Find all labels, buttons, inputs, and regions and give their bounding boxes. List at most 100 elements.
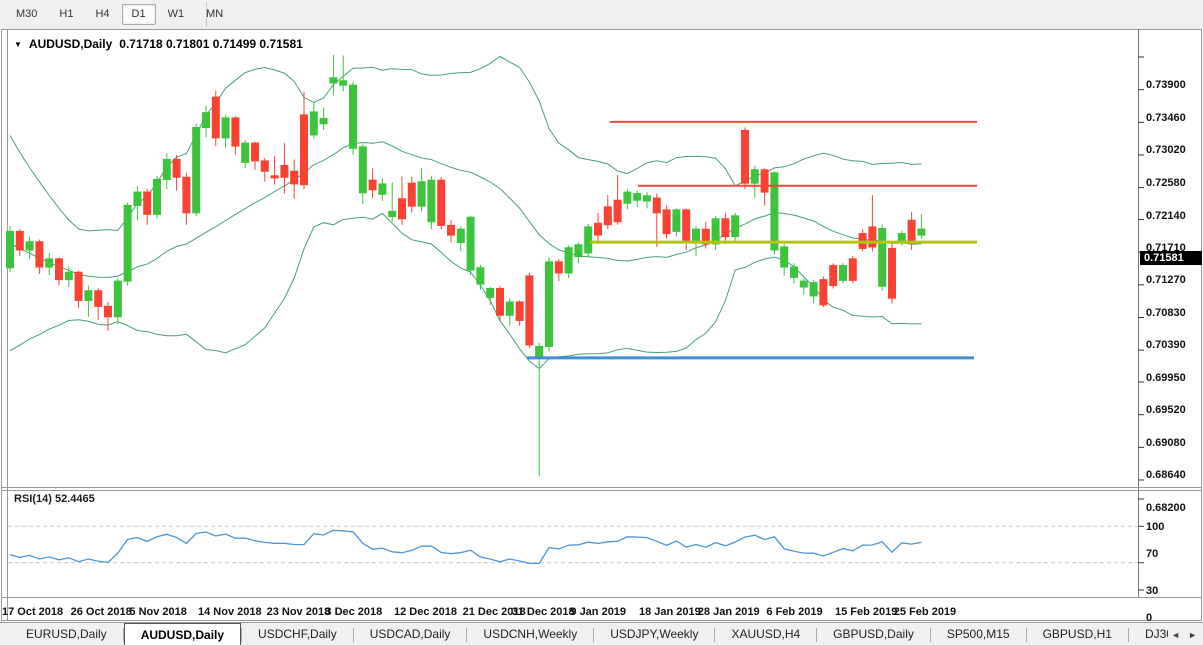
price-axis-label: 0.72580 [1146,177,1186,189]
chart-tab-usdchf[interactable]: USDCHF,Daily [242,623,353,645]
candle-body [732,216,739,237]
candle-body [222,118,229,138]
price-axis-label: 0.69520 [1146,404,1186,416]
chart-tab-gbpusd[interactable]: GBPUSD,Daily [817,623,930,645]
candle-body [477,268,484,284]
candle-body [791,267,798,277]
candle-body [849,259,856,281]
candle-body [242,143,249,162]
candle-body [869,227,876,247]
candle-body [379,184,386,194]
candle-body [163,159,170,179]
timeframe-button-m30[interactable]: M30 [6,4,47,25]
candle-body [585,227,592,253]
candle-body [918,229,925,235]
candle-body [252,143,259,161]
chart-tab-eurusd[interactable]: EURUSD,Daily [10,623,123,645]
toolbar-separator [206,2,207,27]
candle-body [281,165,288,177]
chart-tab-sp500[interactable]: SP500,M15 [931,623,1026,645]
candle-body [575,245,582,257]
candle-body [65,272,72,279]
candle-body [114,281,121,317]
candle-body [771,173,778,250]
chart-dropdown-icon[interactable]: ▼ [14,40,22,49]
candle-body [653,198,660,213]
candle-body [389,211,396,216]
chart-tab-xauusd[interactable]: XAUUSD,H4 [715,623,816,645]
candle-body [497,289,504,316]
timeframe-button-mn[interactable]: MN [196,4,233,25]
candle-body [516,302,523,321]
price-axis-label: 0.68640 [1146,469,1186,481]
candle-body [487,289,494,298]
candle-body [56,259,63,280]
candle-body [761,170,768,192]
price-axis-label: 0.73900 [1146,79,1186,91]
candle-body [320,119,327,124]
candle-body [614,200,621,222]
candle-body [742,130,749,183]
tab-scroll-arrows: ◄ ► [1168,623,1200,645]
candle-body [722,219,729,237]
candle-body [183,177,190,213]
candle-body [820,280,827,305]
chart-window[interactable]: ▼ AUDUSD,Daily 0.71718 0.71801 0.71499 0… [0,29,1203,622]
date-axis-label: 31 Dec 2018 [512,606,575,618]
chart-window-border [2,30,1202,621]
date-axis-label: 14 Nov 2018 [198,606,262,618]
candle-body [526,276,533,345]
candle-body [350,85,357,148]
chart-tab-usdjpy[interactable]: USDJPY,Weekly [594,623,714,645]
candle-body [134,192,141,205]
candle-body [212,97,219,138]
timeframe-button-d1[interactable]: D1 [122,4,156,25]
timeframe-button-h4[interactable]: H4 [85,4,119,25]
tab-scroll-left-icon[interactable]: ◄ [1171,630,1180,640]
candle-body [95,291,102,307]
candle-body [330,78,337,83]
timeframe-button-h1[interactable]: H1 [49,4,83,25]
price-axis-label: 0.70390 [1146,339,1186,351]
date-axis-label: 17 Oct 2018 [2,606,63,618]
candle-body [291,171,298,184]
candle-body [467,217,474,270]
candle-body [457,229,464,242]
date-axis-label: 25 Feb 2019 [894,606,956,618]
candle-body [124,205,131,281]
candle-body [46,259,53,267]
chart-tab-usdcnh[interactable]: USDCNH,Weekly [467,623,593,645]
chart-tab-audusd[interactable]: AUDUSD,Daily [124,623,241,645]
candle-body [889,248,896,298]
date-axis-label: 12 Dec 2018 [394,606,457,618]
candle-body [565,248,572,273]
tab-scroll-right-icon[interactable]: ► [1188,630,1197,640]
candle-body [693,229,700,242]
candle-body [340,81,347,85]
candle-body [751,170,758,183]
bollinger-lower-band [10,213,921,368]
chart-tab-gbpusd[interactable]: GBPUSD,H1 [1027,623,1128,645]
candle-body [448,225,455,235]
candle-body [879,228,886,286]
candle-body [369,180,376,190]
candle-body [359,147,366,193]
price-axis-label: 0.69950 [1146,372,1186,384]
candle-body [506,302,513,315]
chart-title: ▼ AUDUSD,Daily 0.71718 0.71801 0.71499 0… [14,37,303,51]
price-chart-canvas[interactable] [0,29,1203,622]
price-axis-label: 0.73460 [1146,112,1186,124]
candle-body [26,242,33,250]
candle-body [712,219,719,244]
timeframe-button-w1[interactable]: W1 [158,4,195,25]
candle-body [7,231,14,267]
candle-body [663,210,670,234]
current-price-badge: 0.71581 [1140,251,1202,265]
chart-tab-usdcad[interactable]: USDCAD,Daily [354,623,467,645]
candle-body [261,161,268,171]
chart-tab-bar: EURUSD,DailyAUDUSD,DailyUSDCHF,DailyUSDC… [0,622,1203,645]
candle-body [271,176,278,178]
rsi-axis-label: 70 [1146,548,1158,560]
candle-body [193,127,200,212]
candle-body [408,183,415,206]
